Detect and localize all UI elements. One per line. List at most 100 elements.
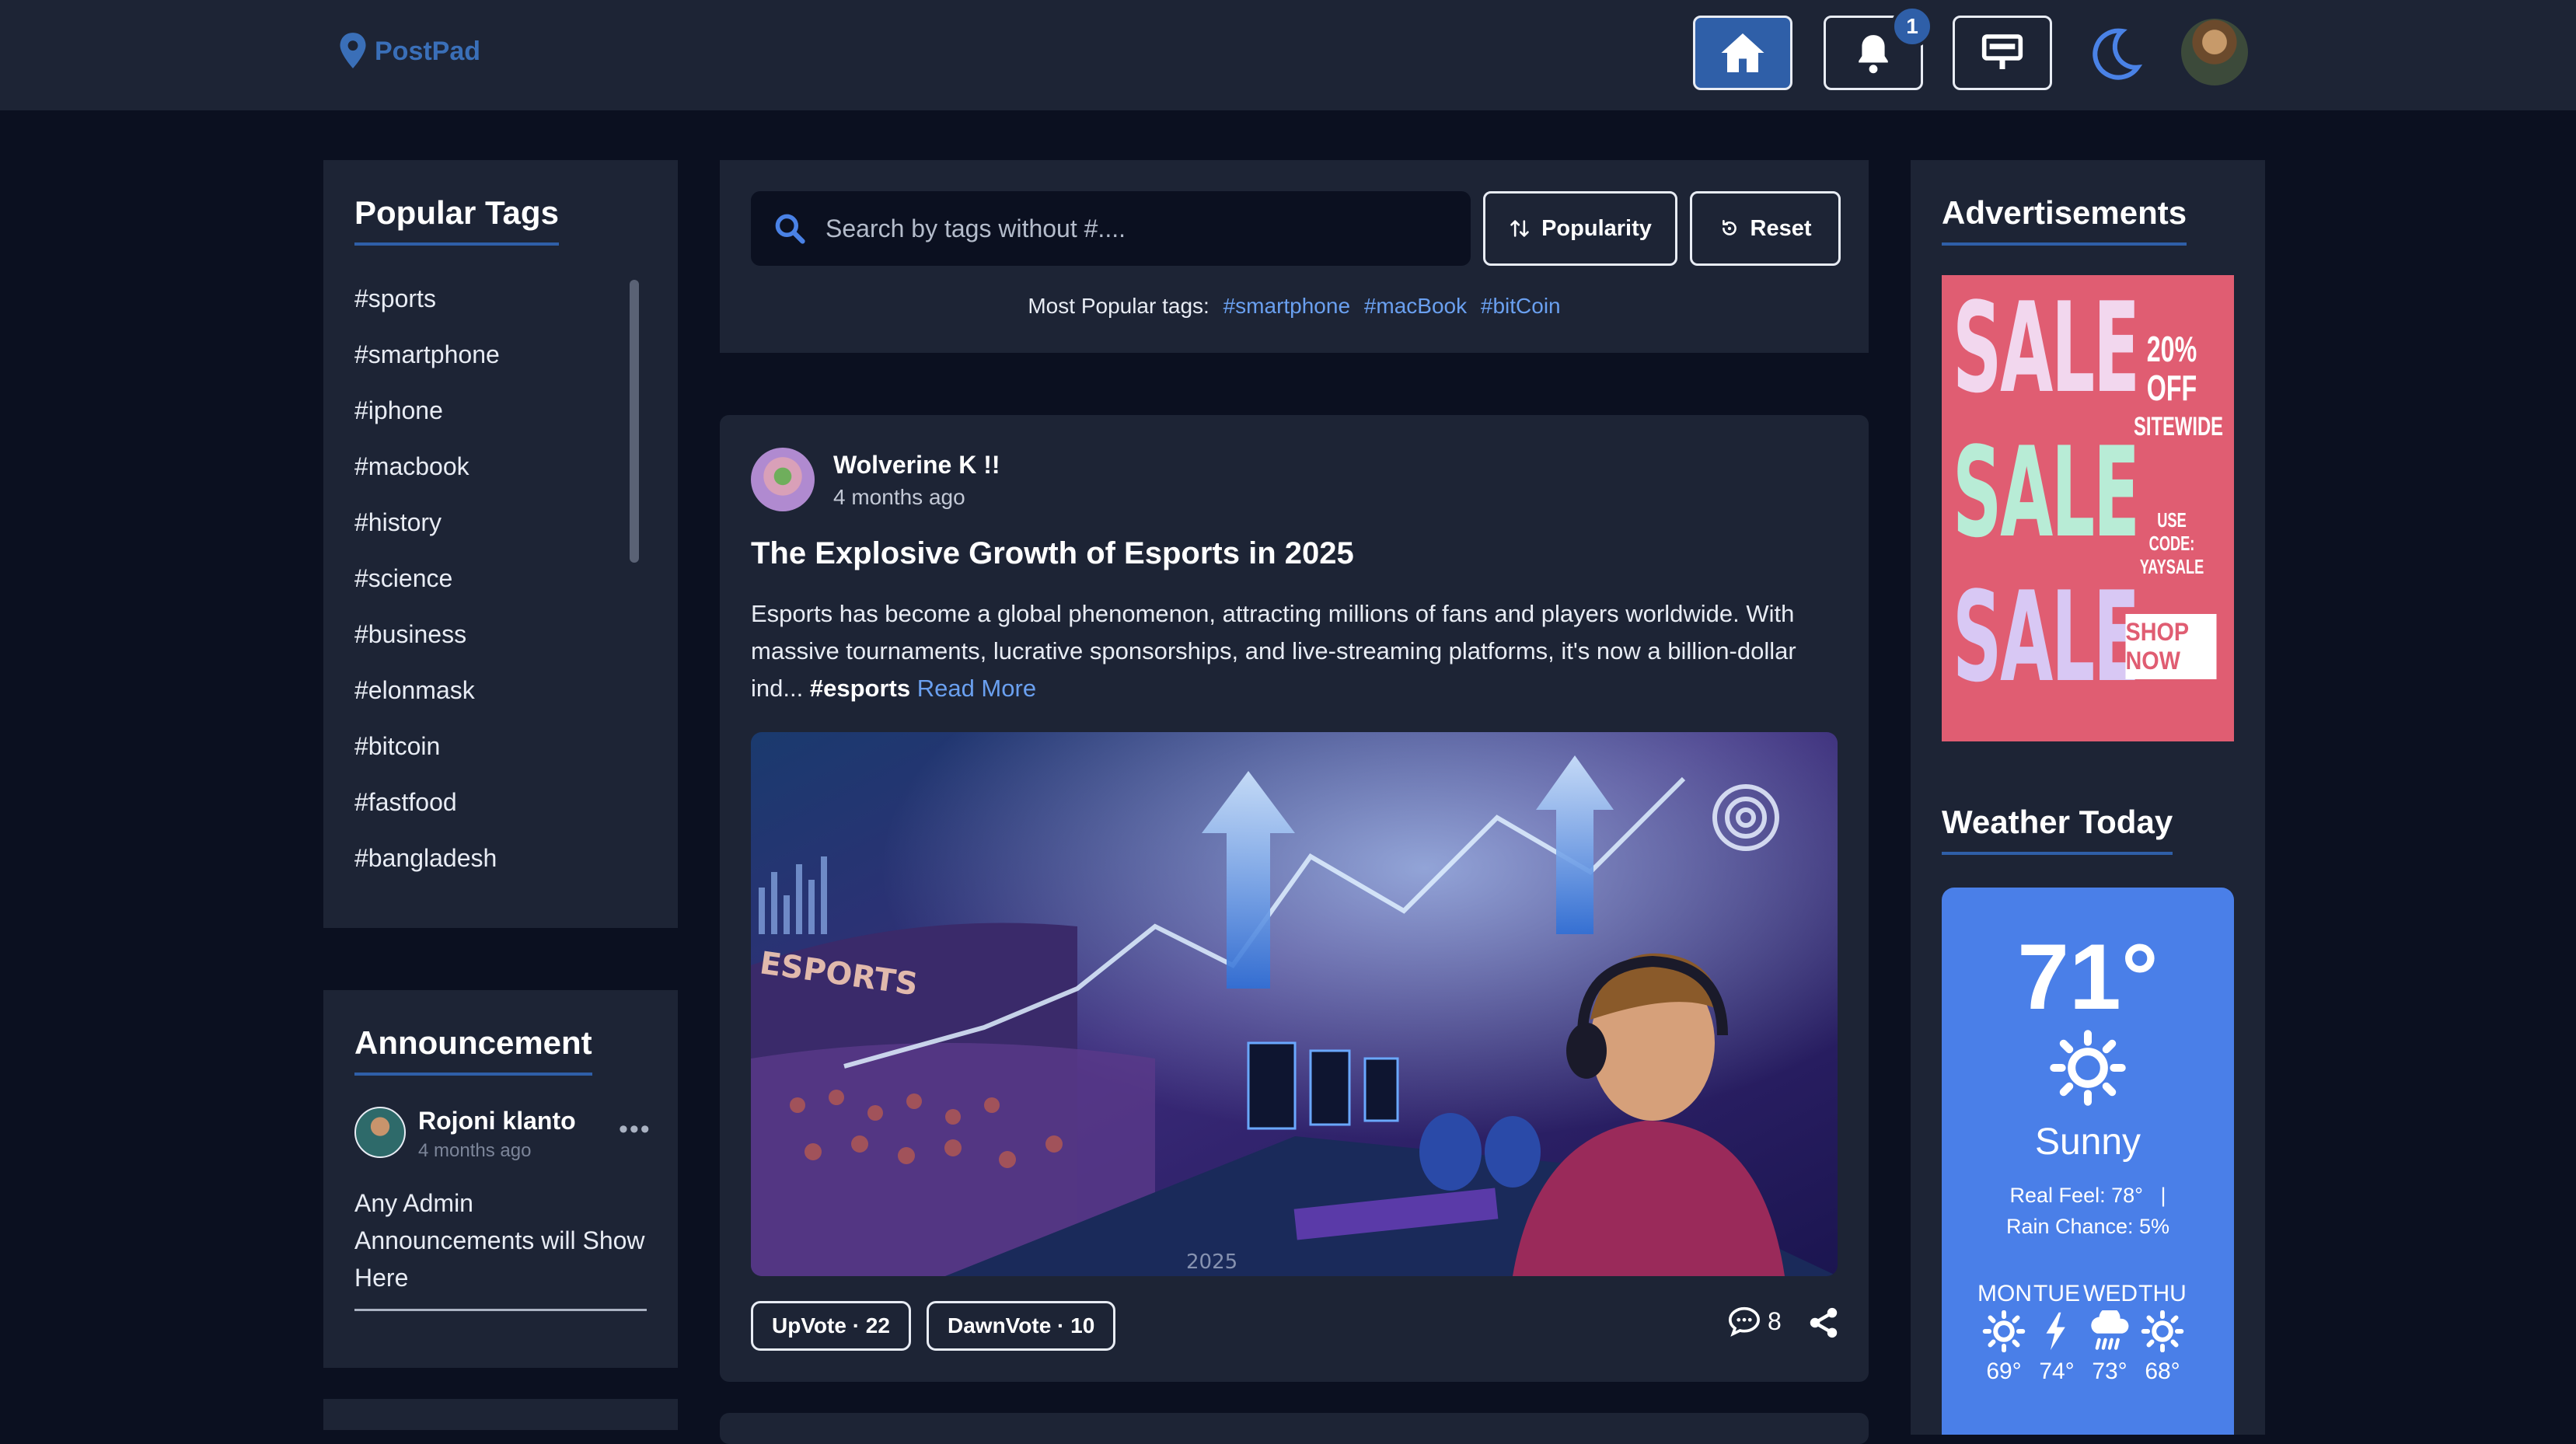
reset-button[interactable]: Reset [1690,191,1841,266]
forecast-days: MON TUE WED THU [1977,1281,2189,1307]
app-logo[interactable]: PostPad [336,31,480,72]
weather-details: Real Feel: 78° | Rain Chance: 5% [1942,1180,2234,1242]
announcement-author-name[interactable]: Rojoni klanto [418,1107,576,1135]
post-card: Wolverine K !! 4 months ago The Explosiv… [720,415,1869,1382]
search-box [751,191,1471,266]
user-avatar[interactable] [2181,19,2248,85]
esports-illustration: ESPORTS 2025 [751,732,1838,1276]
weather-separator: | [2160,1184,2166,1207]
search-icon [775,214,805,244]
ad-shop-now-button[interactable]: SHOP NOW [2125,614,2217,679]
tag-item[interactable]: #elonmask [354,667,500,723]
post-hashtag[interactable]: #esports [810,675,910,702]
post-time: 4 months ago [833,485,965,509]
forecast-day: WED [2083,1281,2138,1306]
rain-cloud-icon [2091,1310,2129,1350]
image-year-text: 2025 [1186,1250,1237,1274]
ad-discount: 20% OFF SITEWIDE [2134,329,2224,446]
ad-scope-text: SITEWIDE [2134,412,2224,441]
tag-item[interactable]: #macbook [354,443,500,499]
tag-item[interactable]: #science [354,555,500,611]
forecast-temp: 74° [2039,1359,2075,1384]
popular-tag-link[interactable]: #macBook [1364,294,1467,318]
weather-real-feel: Real Feel: 78° [2009,1184,2143,1207]
announcement-time: 4 months ago [418,1140,532,1161]
post-title[interactable]: The Explosive Growth of Esports in 2025 [751,536,1354,571]
forecast-temps: 69° 74° 73° 68° [1977,1359,2189,1385]
tag-item[interactable]: #bitcoin [354,723,500,779]
post-image[interactable]: ESPORTS 2025 [751,732,1838,1276]
dashboard-button[interactable] [1953,16,2052,90]
advertisement-banner[interactable]: SALE SALE SALE 20% OFF SITEWIDE USE CODE… [1942,275,2234,741]
ad-sale-text: SALE [1953,275,2140,420]
forecast-day: THU [2138,1281,2187,1306]
tag-item[interactable]: #history [354,499,500,555]
weather-temperature: 71° [2017,925,2159,1029]
notifications-button[interactable]: 1 [1824,5,1933,90]
lightning-icon [2046,1312,2065,1351]
forecast-day: MON [1977,1281,2032,1306]
ad-promo-code: USE CODE: YAYSALE [2134,508,2210,578]
announcement-author: Rojoni klanto 4 months ago [354,1107,576,1162]
share-icon[interactable] [1806,1306,1841,1340]
read-more-link[interactable]: Read More [917,675,1036,702]
comments-button[interactable]: 8 [1727,1306,1782,1337]
billboard-icon [1981,34,2023,69]
tag-item[interactable]: #sports [354,275,500,331]
popular-tags-card: Popular Tags #sports #smartphone #iphone… [323,160,678,928]
forecast-temp: 73° [2092,1359,2127,1384]
forecast-temp: 69° [1986,1359,2022,1384]
announcement-body: Any Admin Announcements will Show Here [354,1184,647,1311]
most-popular-tags: Most Popular tags: #smartphone #macBook … [720,294,1869,319]
navbar: PostPad 1 [0,0,2576,110]
tag-item[interactable]: #bangladesh [354,835,500,891]
tag-item[interactable]: #business [354,611,500,667]
ad-sale-text: SALE [1953,420,2140,565]
moon-icon [2093,28,2143,80]
most-popular-label: Most Popular tags: [1028,294,1209,318]
post-excerpt-block: Esports has become a global phenomenon, … [751,595,1839,707]
sort-arrows-icon [1510,220,1529,237]
bell-icon [1859,35,1888,74]
sort-popularity-button[interactable]: Popularity [1483,191,1677,266]
upvote-button[interactable]: UpVote · 22 [751,1301,911,1351]
search-input[interactable] [826,214,1447,243]
reset-label: Reset [1750,215,1812,241]
weather-widget: 71° Sunny Real Feel: 78° | Rain Chance: … [1942,888,2234,1435]
sun-icon [2050,1030,2126,1106]
post-author-name[interactable]: Wolverine K !! [833,451,1000,480]
announcement-avatar[interactable] [354,1107,406,1158]
tag-item[interactable]: #iphone [354,387,500,443]
popular-tags-title: Popular Tags [354,194,559,246]
theme-toggle-button[interactable] [2083,23,2145,85]
sidebar-card-partial [323,1399,678,1430]
ad-sale-text: SALE [1953,564,2140,710]
tag-item[interactable]: #smartphone [354,331,500,387]
downvote-button[interactable]: DawnVote · 10 [927,1301,1116,1351]
forecast-icons [1977,1310,2189,1352]
app-name: PostPad [375,36,481,66]
post-author-avatar[interactable] [751,448,815,511]
home-button[interactable] [1693,16,1792,90]
search-card: Popularity Reset Most Popular tags: #sma… [720,160,1869,353]
forecast-day: TUE [2033,1281,2080,1306]
comment-count: 8 [1768,1306,1782,1335]
ad-discount-text: 20% OFF [2146,329,2197,408]
forecast-temp: 68° [2145,1359,2180,1384]
next-post-card-partial [720,1413,1869,1444]
tag-item[interactable]: #fastfood [354,779,500,835]
popular-tag-link[interactable]: #bitCoin [1481,294,1561,318]
advertisements-title: Advertisements [1942,194,2187,246]
popular-tag-link[interactable]: #smartphone [1223,294,1350,318]
right-sidebar: Advertisements SALE SALE SALE 20% OFF SI… [1911,160,2265,1435]
notification-badge: 1 [1891,5,1933,47]
popularity-label: Popularity [1541,215,1652,241]
announcement-card: Announcement Rojoni klanto 4 months ago … [323,990,678,1368]
tag-list-scrollbar[interactable] [630,280,639,563]
sun-icon [2141,1310,2184,1352]
more-options-icon[interactable]: ••• [619,1114,651,1145]
sun-icon [1982,1310,2026,1352]
weather-rain-chance: Rain Chance: 5% [2005,1215,2170,1238]
comment-icon [1728,1306,1761,1337]
tag-list: #sports #smartphone #iphone #macbook #hi… [354,275,500,891]
